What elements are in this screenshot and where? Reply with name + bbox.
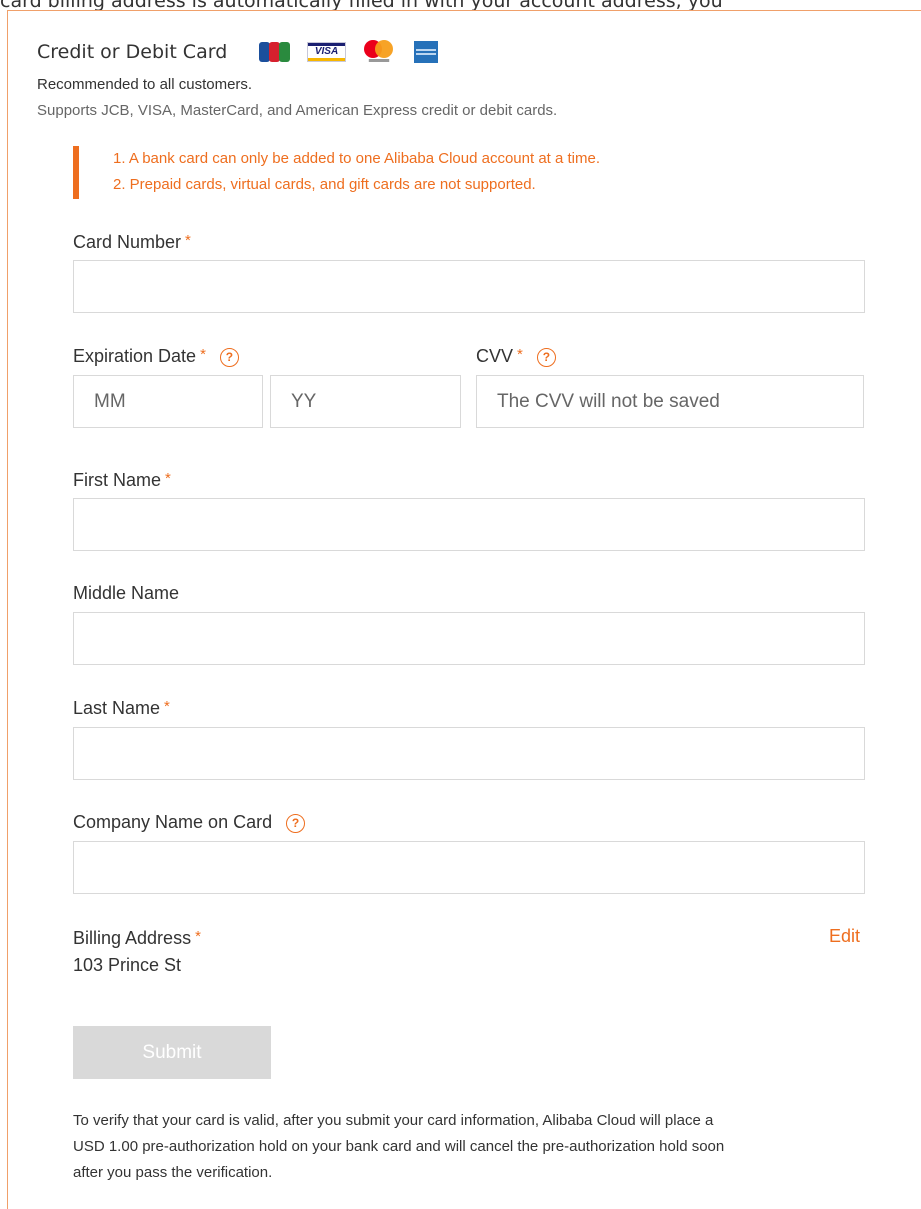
company-name-label: Company Name on Card? [73,811,306,833]
notice-line-1: 1. A bank card can only be added to one … [113,150,601,167]
card-number-input[interactable] [73,260,865,313]
expiration-help-icon[interactable]: ? [219,348,239,367]
notice-line-2: 2. Prepaid cards, virtual cards, and gif… [113,176,536,193]
notice-box: 1. A bank card can only be added to one … [73,146,853,199]
first-name-label: First Name * [73,470,171,490]
verify-note-line-1: To verify that your card is valid, after… [73,1112,714,1129]
required-mark: * [517,346,523,363]
expiration-month-input[interactable] [73,375,263,428]
verify-note-line-2: USD 1.00 pre-authorization hold on your … [73,1138,725,1155]
card-brand-logos: VISA [259,39,438,65]
cvv-help-icon[interactable]: ? [536,348,556,367]
company-name-input[interactable] [73,841,865,894]
last-name-input[interactable] [73,727,865,780]
required-mark: * [195,928,201,945]
middle-name-label: Middle Name [73,583,180,603]
supported-cards-text: Supports JCB, VISA, MasterCard, and Amer… [37,102,558,119]
card-number-label: Card Number * [73,232,191,252]
billing-address-edit-link[interactable]: Edit [829,926,860,947]
cvv-label: CVV *? [476,344,556,367]
billing-address-label: Billing Address * [73,928,201,948]
submit-button[interactable]: Submit [73,1026,271,1079]
recommend-text: Recommended to all customers. [37,76,253,93]
amex-logo-icon [414,41,438,63]
expiration-date-label: Expiration Date *? [73,344,239,367]
jcb-logo-icon [259,42,291,62]
required-mark: * [164,698,170,715]
payment-method-title: Credit or Debit Card [37,41,228,63]
cvv-input[interactable] [476,375,864,428]
billing-address-value: 103 Prince St [73,955,182,975]
mastercard-logo-icon [362,39,396,65]
first-name-input[interactable] [73,498,865,551]
visa-logo-icon: VISA [307,42,346,62]
last-name-label: Last Name * [73,698,170,718]
company-name-help-icon[interactable]: ? [286,814,306,833]
required-mark: * [185,232,191,249]
expiration-year-input[interactable] [270,375,461,428]
middle-name-input[interactable] [73,612,865,665]
verify-note-line-3: after you pass the verification. [73,1164,273,1181]
required-mark: * [200,346,206,363]
required-mark: * [165,470,171,487]
